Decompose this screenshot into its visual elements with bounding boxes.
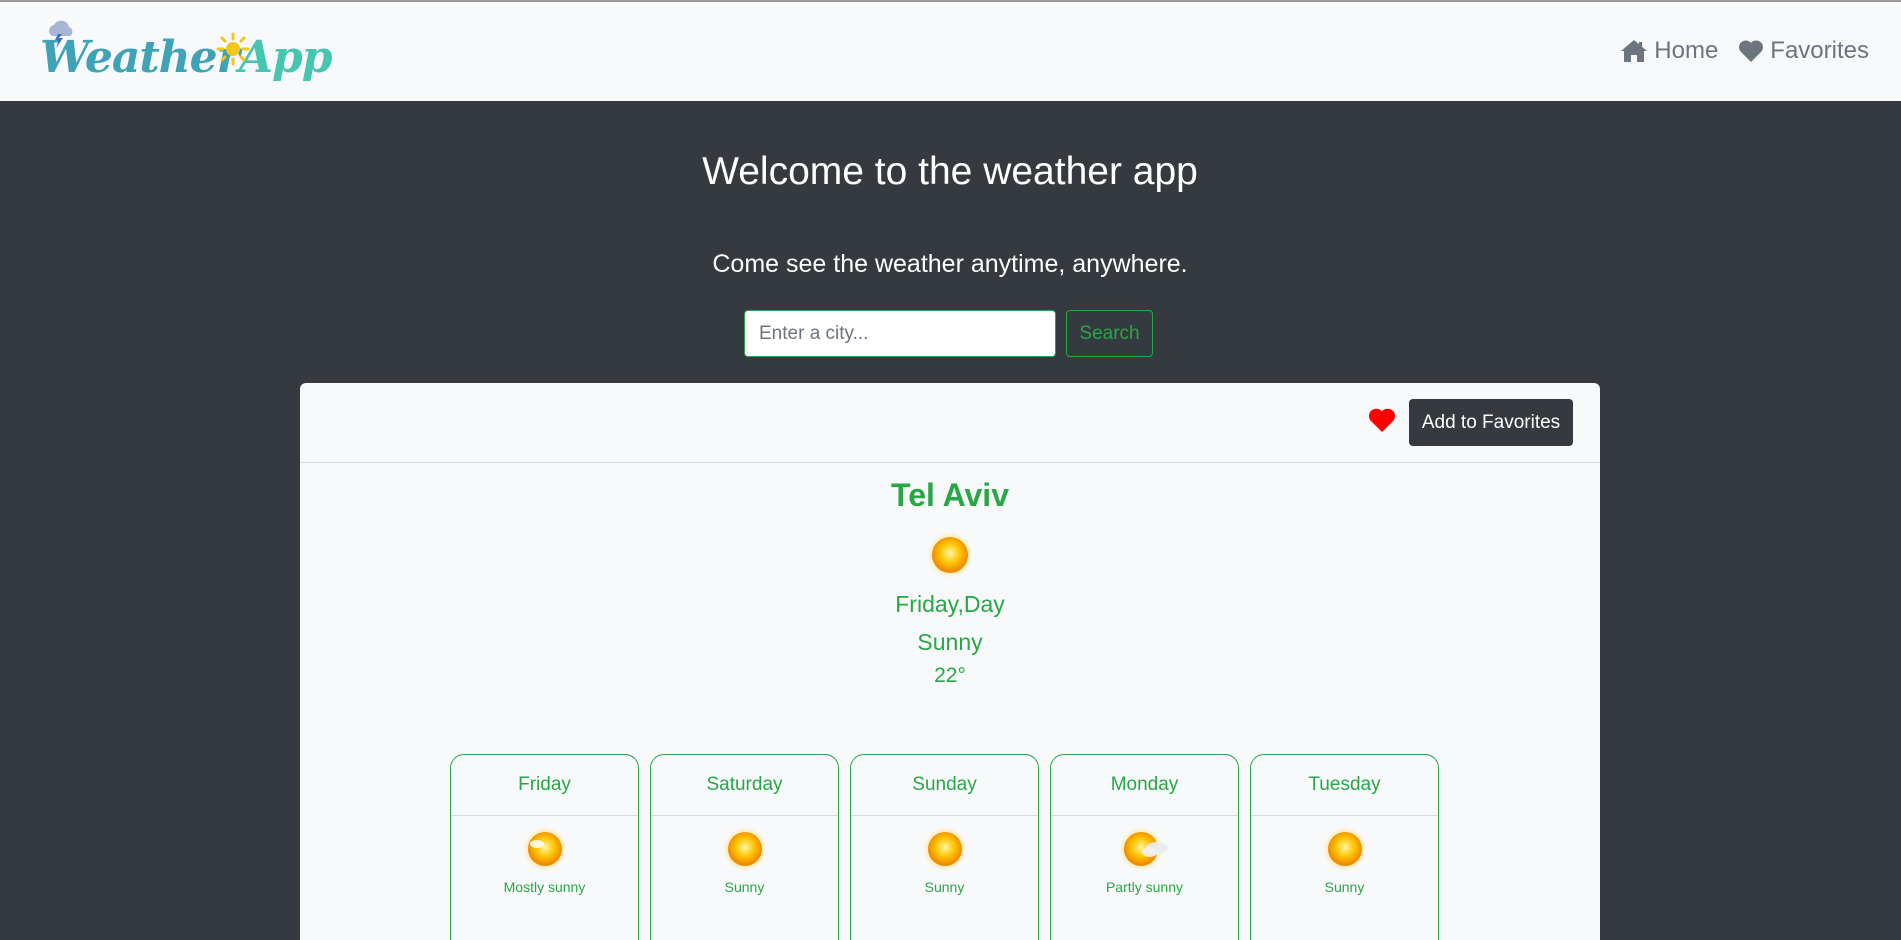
nav-home-label: Home — [1654, 37, 1719, 64]
weather-card-header: Add to Favorites — [300, 383, 1600, 463]
forecast-condition: Sunny — [924, 879, 965, 895]
forecast-day: Monday — [1051, 755, 1238, 816]
forecast-day: Friday — [451, 755, 638, 816]
forecast-day: Saturday — [651, 755, 838, 816]
add-to-favorites-button[interactable]: Add to Favorites — [1409, 399, 1573, 446]
sun-icon — [927, 532, 973, 578]
logo-text: WeatherApp — [40, 32, 332, 83]
page-subtitle: Come see the weather anytime, anywhere. — [712, 250, 1188, 278]
logo-text-app: App — [238, 32, 333, 83]
mostly-sunny-icon — [522, 827, 567, 871]
sun-icon — [922, 827, 967, 871]
forecast-card: Friday Mostly sunny — [450, 754, 639, 940]
forecast-card: Sunday Sunny — [850, 754, 1039, 940]
city-name: Tel Aviv — [891, 477, 1009, 513]
city-search-input[interactable] — [744, 310, 1056, 357]
heart-icon — [1739, 40, 1764, 62]
page-title: Welcome to the weather app — [702, 150, 1198, 193]
forecast-day: Tuesday — [1251, 755, 1438, 816]
nav-favorites-label: Favorites — [1770, 37, 1869, 64]
forecast-condition: Mostly sunny — [503, 879, 586, 895]
sun-icon — [722, 827, 767, 871]
weather-card: Add to Favorites Tel Aviv Friday,Day Sun… — [300, 383, 1600, 940]
search-bar: Search — [744, 310, 1153, 357]
navbar: WeatherApp Home Favorites — [0, 0, 1901, 101]
app-logo[interactable]: WeatherApp — [40, 18, 332, 86]
forecast-condition: Partly sunny — [1105, 879, 1184, 895]
current-day: Friday,Day — [895, 591, 1005, 617]
forecast-day: Sunday — [851, 755, 1038, 816]
partly-sunny-icon — [1118, 827, 1168, 871]
nav-home-link[interactable]: Home — [1620, 37, 1718, 65]
forecast-card: Tuesday Sunny — [1250, 754, 1439, 940]
forecast-card: Monday Partly sunny — [1050, 754, 1239, 940]
current-temperature: 22° — [934, 664, 966, 687]
nav-favorites-link[interactable]: Favorites — [1738, 37, 1869, 65]
sun-icon — [216, 32, 250, 66]
search-button[interactable]: Search — [1066, 310, 1153, 357]
current-condition: Sunny — [917, 629, 983, 655]
nav-links: Home Favorites — [1620, 37, 1869, 65]
heart-icon[interactable] — [1368, 407, 1396, 433]
home-icon — [1621, 40, 1648, 62]
forecast-list: Friday Mostly sunny Saturday Sunny Sunda… — [450, 754, 1439, 940]
forecast-condition: Sunny — [724, 879, 765, 895]
logo-text-weather: Weather — [40, 32, 240, 83]
sun-icon — [1322, 827, 1367, 871]
forecast-card: Saturday Sunny — [650, 754, 839, 940]
forecast-condition: Sunny — [1324, 879, 1365, 895]
